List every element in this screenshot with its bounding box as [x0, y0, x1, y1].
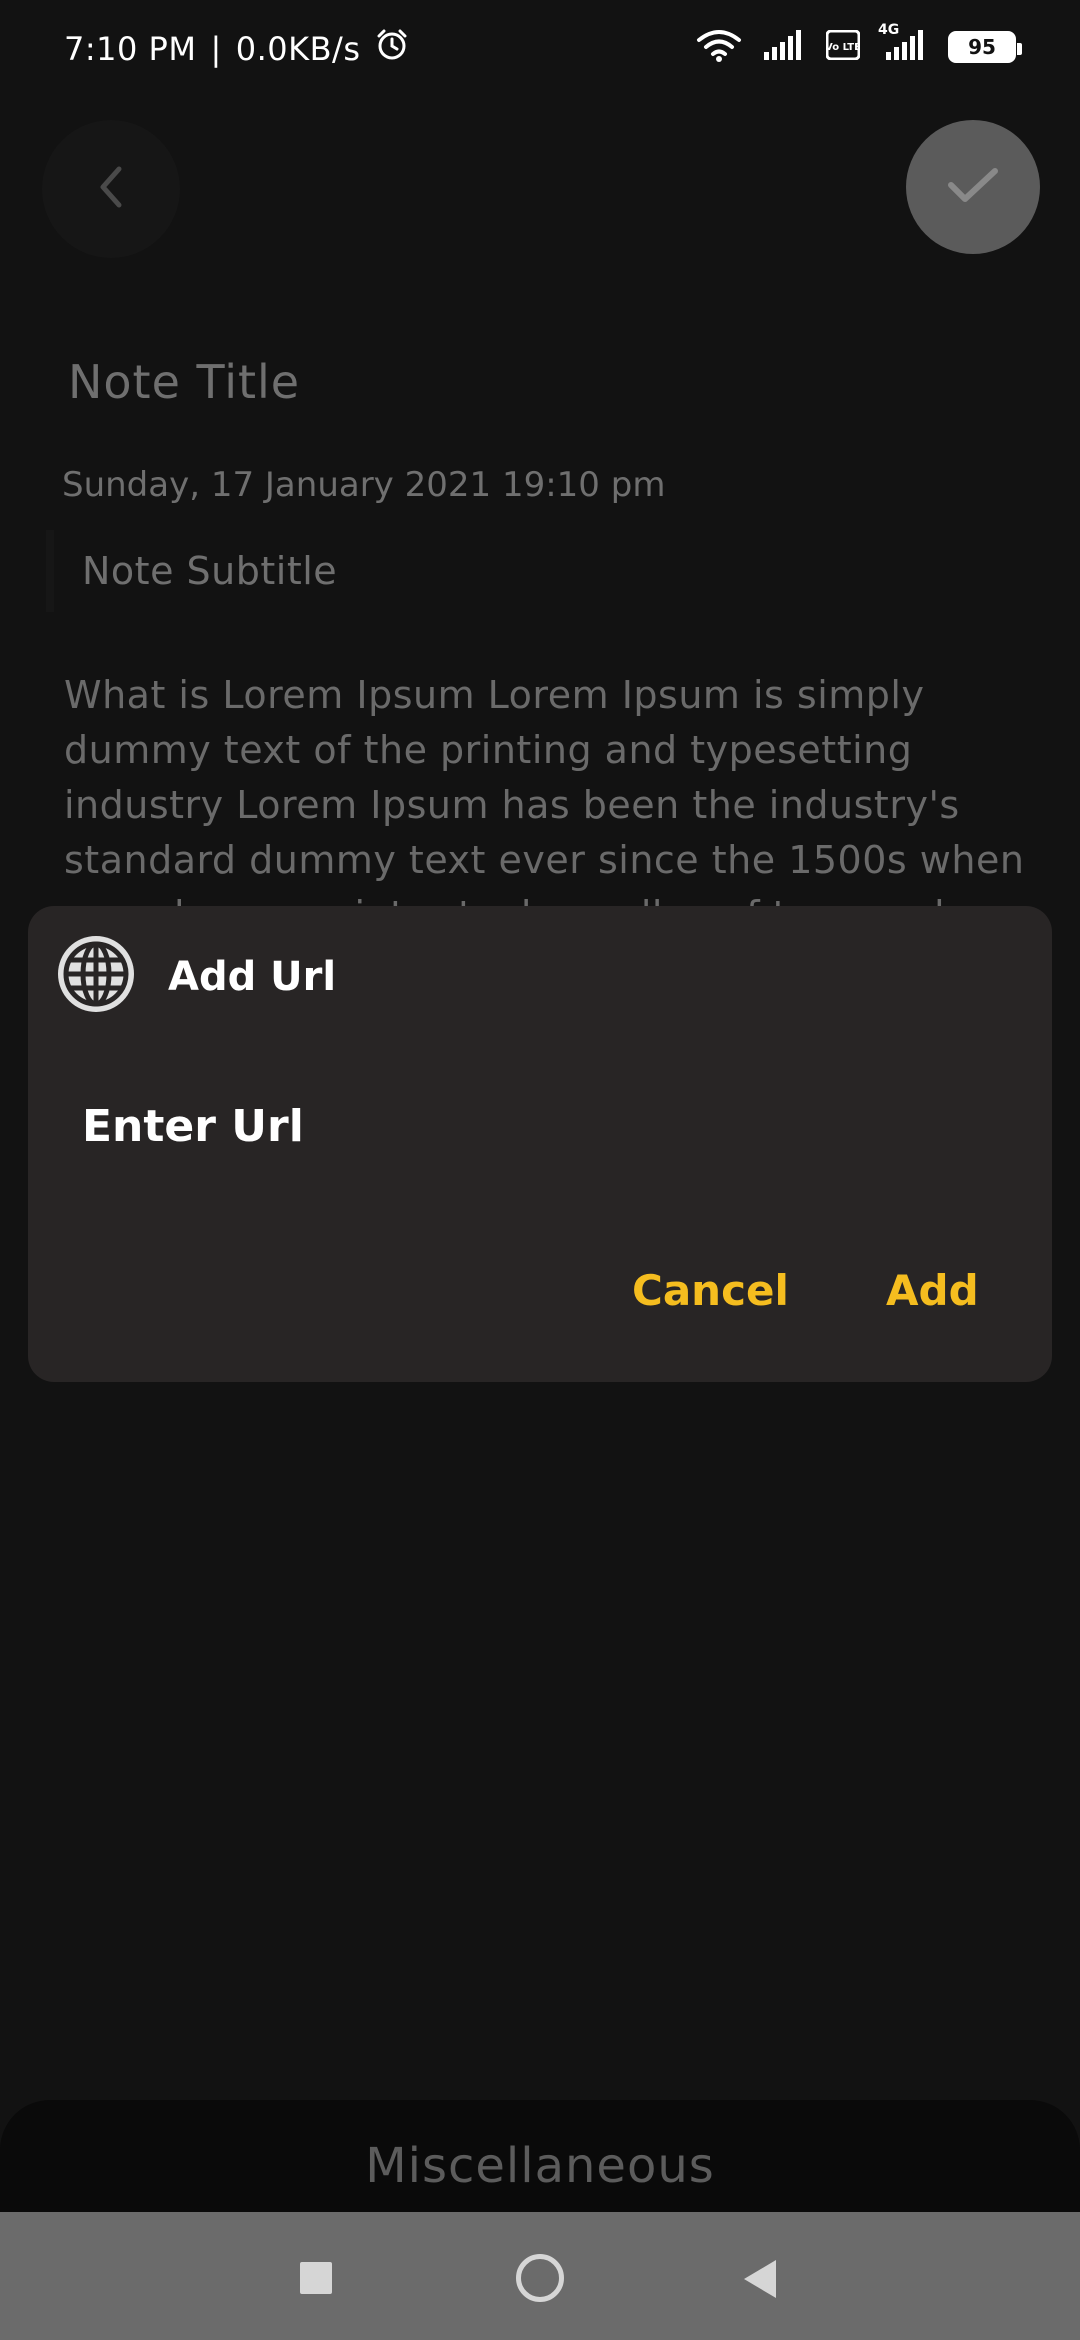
status-right: Vo LTE 4G 95 — [696, 22, 1022, 66]
note-subtitle-field[interactable]: Note Subtitle — [82, 549, 337, 593]
volte-icon: Vo LTE — [825, 29, 861, 64]
miscellaneous-bar[interactable]: Miscellaneous — [0, 2100, 1080, 2220]
note-title-field[interactable]: Note Title — [68, 355, 300, 409]
alarm-icon — [375, 28, 409, 70]
network-type: 4G — [878, 22, 900, 38]
volte-text: Vo LTE — [826, 42, 860, 53]
signal-icon — [764, 30, 804, 64]
system-nav-bar — [0, 2212, 1080, 2340]
wifi-icon — [696, 28, 742, 66]
globe-icon — [56, 934, 136, 1014]
back-button[interactable] — [42, 120, 180, 258]
dialog-title: Add Url — [168, 954, 337, 1000]
check-icon — [945, 163, 1001, 211]
recents-icon[interactable] — [300, 2262, 332, 2294]
battery-icon: 95 — [948, 31, 1022, 63]
cancel-button[interactable]: Cancel — [632, 1266, 789, 1315]
home-icon[interactable] — [516, 2254, 564, 2302]
url-input[interactable] — [82, 1086, 982, 1166]
status-time: 7:10 PM — [64, 30, 197, 68]
status-left: 7:10 PM | 0.0KB/s — [64, 28, 409, 70]
status-net-speed: 0.0KB/s — [235, 30, 361, 68]
save-note-button[interactable] — [906, 120, 1040, 254]
battery-level: 95 — [968, 35, 996, 59]
chevron-left-icon — [91, 163, 131, 215]
back-triangle-icon[interactable] — [744, 2260, 776, 2298]
signal-4g-icon: 4G — [878, 22, 926, 64]
status-bar: 7:10 PM | 0.0KB/s Vo LTE 4G 95 — [0, 0, 1080, 100]
subtitle-indicator: Note Subtitle — [46, 530, 337, 612]
note-date: Sunday, 17 January 2021 19:10 pm — [62, 465, 666, 505]
miscellaneous-label: Miscellaneous — [365, 2138, 715, 2194]
status-separator: | — [210, 30, 222, 68]
add-url-dialog: Add Url Cancel Add — [28, 906, 1052, 1382]
add-button[interactable]: Add — [886, 1266, 979, 1315]
